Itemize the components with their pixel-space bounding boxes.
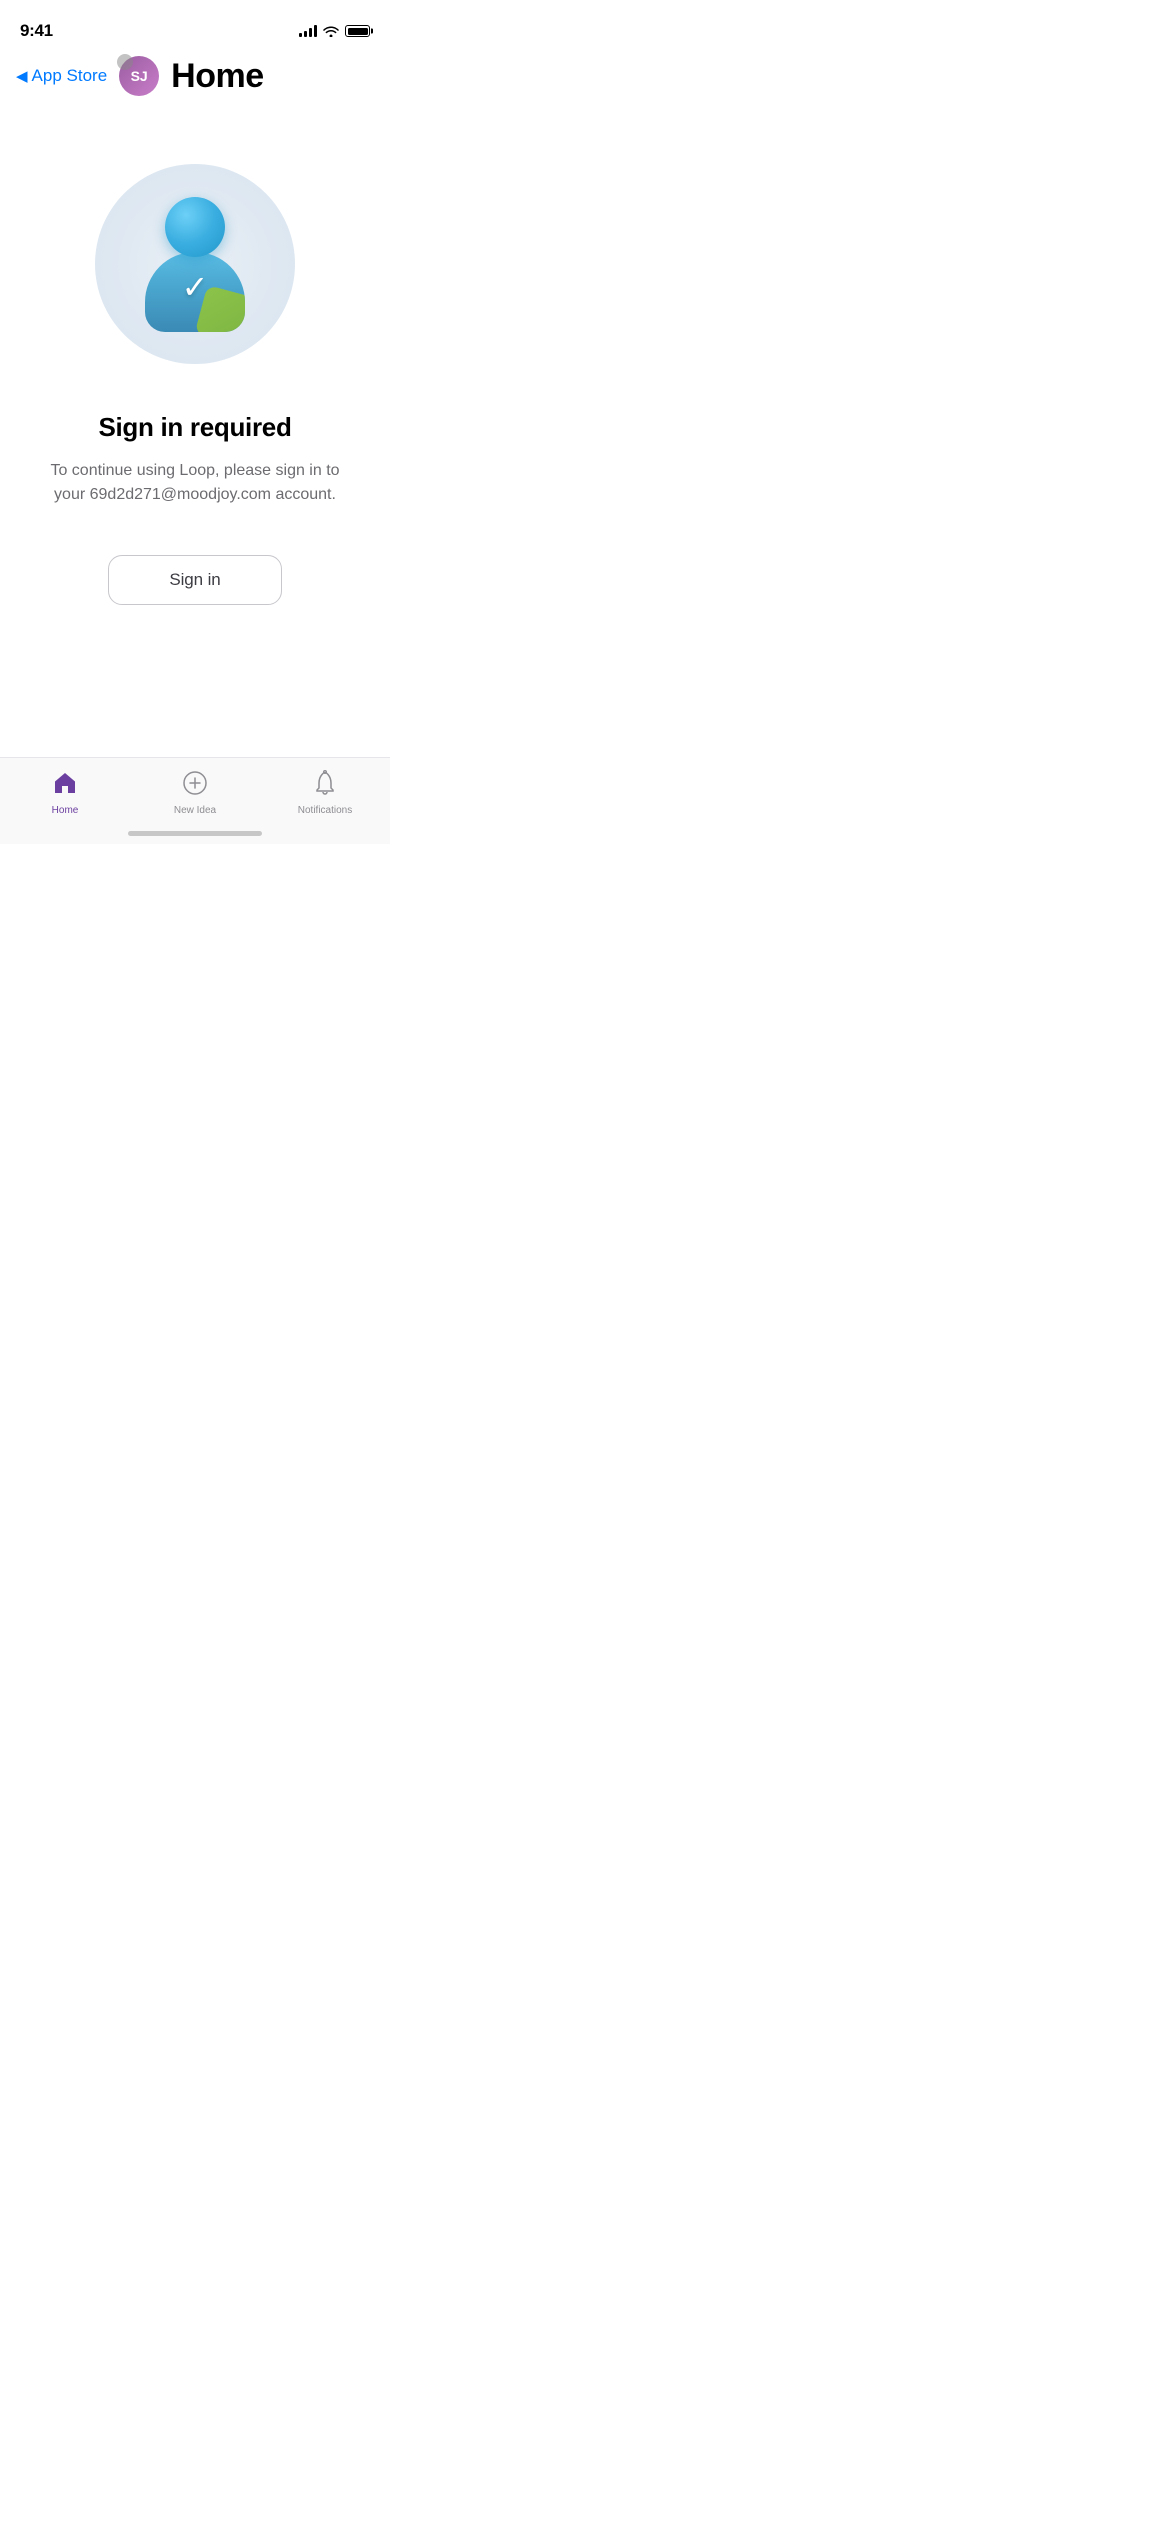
person-body-icon: ✓ — [145, 252, 245, 332]
home-icon — [52, 770, 78, 801]
signin-title: Sign in required — [98, 412, 291, 443]
bell-icon — [313, 770, 337, 801]
person-head-icon — [165, 197, 225, 257]
signin-illustration: ✓ — [95, 164, 295, 364]
back-chevron-icon: ◀ — [16, 67, 28, 85]
page-title: Home — [171, 57, 263, 96]
main-content: ✓ Sign in required To continue using Loo… — [0, 104, 390, 605]
tab-home[interactable]: Home — [25, 770, 105, 816]
tab-home-label: Home — [52, 805, 79, 816]
status-time: 9:41 — [20, 21, 53, 41]
checkmark-icon: ✓ — [182, 268, 209, 306]
battery-icon — [345, 25, 370, 37]
tab-new-idea-label: New Idea — [174, 805, 216, 816]
status-bar: 9:41 — [0, 0, 390, 48]
back-button[interactable]: ◀ App Store — [16, 66, 107, 86]
back-label: App Store — [32, 66, 108, 86]
person-figure: ✓ — [145, 197, 245, 332]
nav-bar: ◀ App Store SJ Home — [0, 48, 390, 104]
home-indicator — [128, 831, 262, 836]
avatar-container: SJ — [119, 56, 159, 96]
signal-icon — [299, 25, 317, 37]
wifi-icon — [323, 25, 339, 37]
tab-notifications-label: Notifications — [298, 805, 352, 816]
signin-description: To continue using Loop, please sign in t… — [40, 459, 350, 507]
tab-notifications[interactable]: Notifications — [285, 770, 365, 816]
tab-new-idea[interactable]: New Idea — [155, 770, 235, 816]
status-icons — [299, 25, 370, 37]
signin-button[interactable]: Sign in — [108, 555, 281, 605]
plus-circle-icon — [182, 770, 208, 801]
